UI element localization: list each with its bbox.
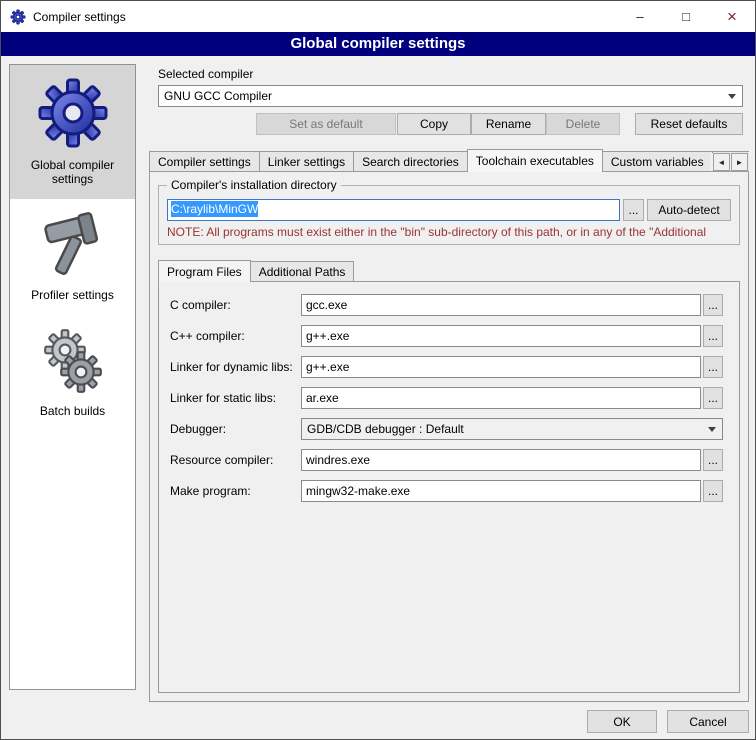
field-row-resource-compiler: Resource compiler: ... [170, 449, 723, 471]
compiler-settings-window: Compiler settings – □ × Global compiler … [0, 0, 756, 740]
cpp-compiler-input[interactable] [301, 325, 701, 347]
sidebar-item-label: Profiler settings [31, 288, 114, 302]
resource-compiler-label: Resource compiler: [170, 453, 301, 467]
cpp-compiler-label: C++ compiler: [170, 329, 301, 343]
copy-button[interactable]: Copy [397, 113, 471, 135]
tab-toolchain-executables[interactable]: Toolchain executables [467, 149, 603, 172]
c-compiler-browse-button[interactable]: ... [703, 294, 723, 316]
make-program-label: Make program: [170, 484, 301, 498]
tab-scroll-buttons: ◄ ► [710, 153, 748, 171]
make-program-browse-button[interactable]: ... [703, 480, 723, 502]
cancel-button[interactable]: Cancel [667, 710, 749, 733]
selected-compiler-value: GNU GCC Compiler [164, 89, 272, 103]
debugger-value: GDB/CDB debugger : Default [307, 422, 464, 436]
selected-compiler-dropdown[interactable]: GNU GCC Compiler [158, 85, 743, 107]
auto-detect-button[interactable]: Auto-detect [647, 199, 731, 221]
titlebar: Compiler settings – □ × [1, 1, 755, 32]
toolchain-executables-panel: Compiler's installation directory C:\ray… [149, 171, 749, 702]
delete-button[interactable]: Delete [546, 113, 620, 135]
sidebar-item-label: Global compiler settings [13, 158, 132, 186]
sidebar-item-label: Batch builds [40, 404, 105, 418]
installation-directory-value: C:\raylib\MinGW [171, 201, 258, 217]
debugger-dropdown[interactable]: GDB/CDB debugger : Default [301, 418, 723, 440]
page-title: Global compiler settings [1, 32, 755, 56]
window-title: Compiler settings [33, 10, 126, 24]
rename-button[interactable]: Rename [471, 113, 546, 135]
tab-search-directories[interactable]: Search directories [353, 151, 468, 171]
maximize-icon[interactable]: □ [663, 1, 709, 32]
tab-custom-variables[interactable]: Custom variables [602, 151, 713, 171]
tab-additional-paths[interactable]: Additional Paths [250, 261, 355, 281]
installation-directory-group: Compiler's installation directory C:\ray… [158, 185, 740, 245]
dynamic-linker-label: Linker for dynamic libs: [170, 360, 301, 374]
installation-directory-row: C:\raylib\MinGW ... Auto-detect [167, 199, 731, 221]
set-as-default-button[interactable]: Set as default [256, 113, 396, 135]
selected-compiler-label: Selected compiler [158, 67, 253, 81]
make-program-input[interactable] [301, 480, 701, 502]
sidebar-item-profiler-settings[interactable]: Profiler settings [10, 199, 135, 315]
program-files-tab-strip: Program Files Additional Paths [158, 259, 740, 281]
static-linker-browse-button[interactable]: ... [703, 387, 723, 409]
tab-compiler-settings[interactable]: Compiler settings [149, 151, 260, 171]
close-icon[interactable]: × [709, 1, 755, 32]
tab-program-files[interactable]: Program Files [158, 260, 251, 282]
stacked-gears-icon [36, 325, 110, 397]
field-row-dynamic-linker: Linker for dynamic libs: ... [170, 356, 723, 378]
field-row-debugger: Debugger: GDB/CDB debugger : Default [170, 418, 723, 440]
field-row-static-linker: Linker for static libs: ... [170, 387, 723, 409]
installation-directory-browse-button[interactable]: ... [623, 199, 644, 221]
bin-subdirectory-note: NOTE: All programs must exist either in … [167, 225, 731, 239]
static-linker-label: Linker for static libs: [170, 391, 301, 405]
resource-compiler-browse-button[interactable]: ... [703, 449, 723, 471]
settings-category-sidebar: Global compiler settings Profiler settin… [9, 64, 136, 690]
tab-linker-settings[interactable]: Linker settings [259, 151, 354, 171]
dynamic-linker-browse-button[interactable]: ... [703, 356, 723, 378]
tab-scroll-left-icon[interactable]: ◄ [713, 153, 730, 171]
field-row-c-compiler: C compiler: ... [170, 294, 723, 316]
ok-button[interactable]: OK [587, 710, 657, 733]
sidebar-item-batch-builds[interactable]: Batch builds [10, 315, 135, 431]
minimize-icon[interactable]: – [617, 1, 663, 32]
resource-compiler-input[interactable] [301, 449, 701, 471]
profiler-hammer-icon [36, 209, 110, 281]
dynamic-linker-input[interactable] [301, 356, 701, 378]
field-row-make-program: Make program: ... [170, 480, 723, 502]
c-compiler-input[interactable] [301, 294, 701, 316]
static-linker-input[interactable] [301, 387, 701, 409]
chevron-down-icon [722, 86, 742, 106]
cpp-compiler-browse-button[interactable]: ... [703, 325, 723, 347]
field-row-cpp-compiler: C++ compiler: ... [170, 325, 723, 347]
c-compiler-label: C compiler: [170, 298, 301, 312]
app-gear-icon [10, 9, 26, 25]
installation-directory-input[interactable]: C:\raylib\MinGW [167, 199, 620, 221]
debugger-label: Debugger: [170, 422, 301, 436]
blue-gear-icon [35, 75, 111, 151]
caption-buttons: – □ × [617, 1, 755, 32]
settings-tab-strip: Compiler settings Linker settings Search… [149, 149, 749, 172]
sidebar-item-global-compiler-settings[interactable]: Global compiler settings [10, 65, 135, 199]
tab-scroll-right-icon[interactable]: ► [731, 153, 748, 171]
program-files-panel: C compiler: ... C++ compiler: ... Linker… [158, 281, 740, 693]
installation-directory-group-title: Compiler's installation directory [167, 178, 341, 192]
reset-defaults-button[interactable]: Reset defaults [635, 113, 743, 135]
chevron-down-icon [702, 419, 722, 439]
